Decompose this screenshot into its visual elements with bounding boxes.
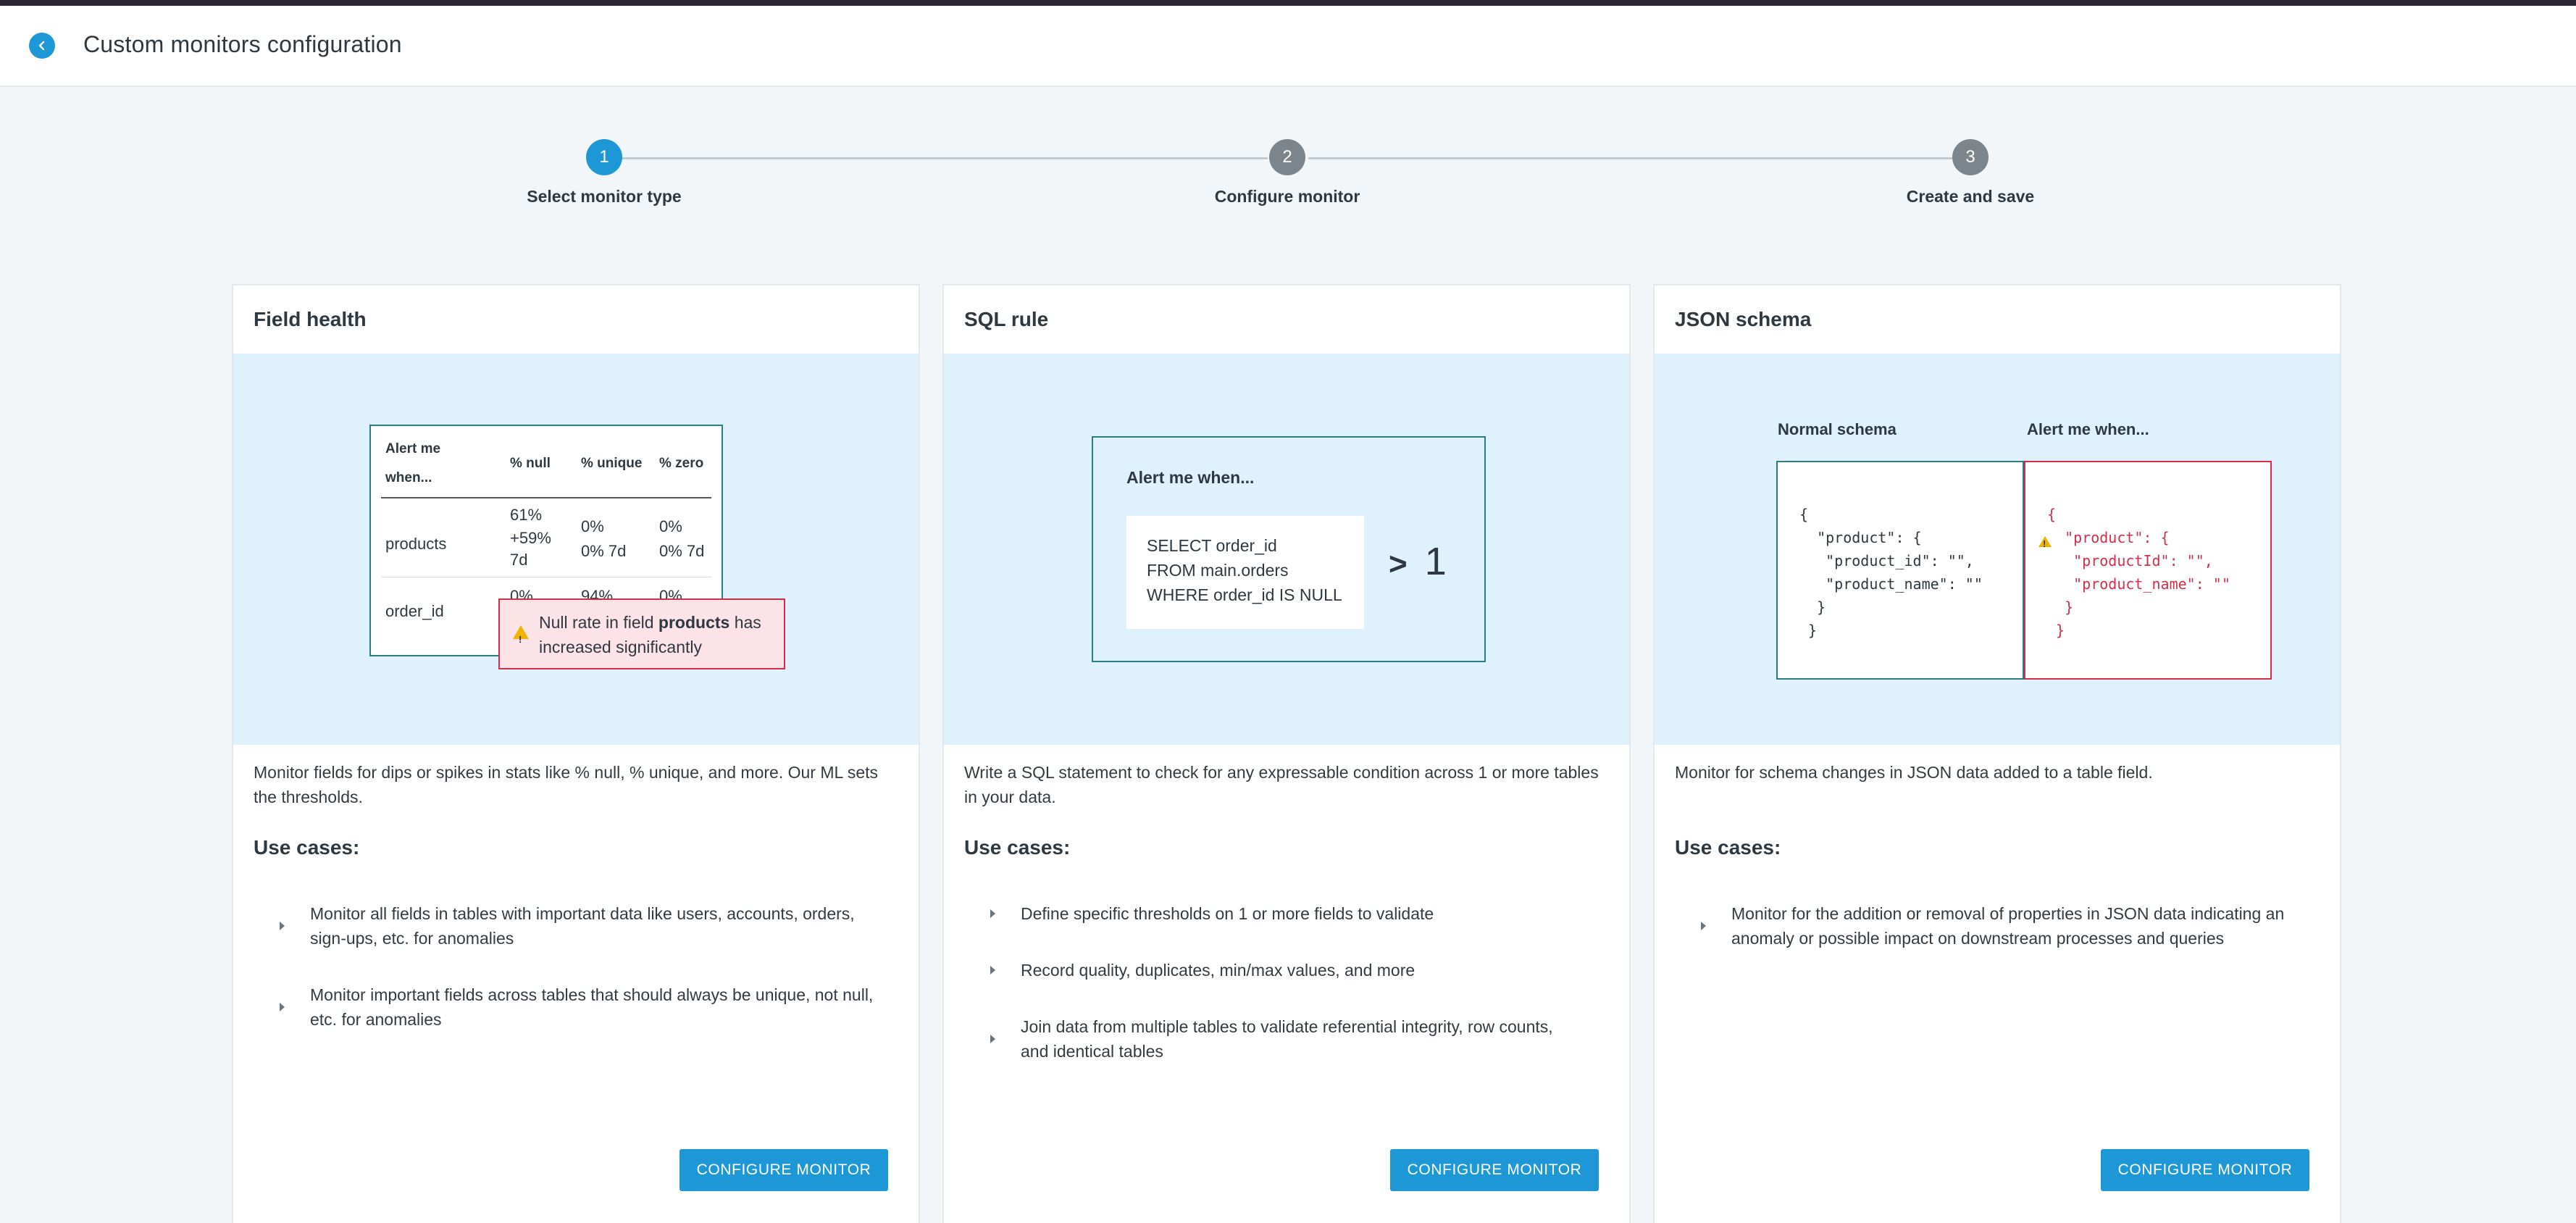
use-case-text: Monitor all fields in tables with import… [310, 904, 855, 948]
use-case-text: Monitor for the addition or removal of p… [1731, 904, 2285, 948]
null-period: 7d [510, 551, 528, 569]
warning-icon [513, 625, 529, 652]
stepper: 1 Select monitor type 2 Configure monito… [0, 138, 2576, 217]
use-case-text: Monitor important fields across tables t… [310, 985, 874, 1029]
use-case-text: Join data from multiple tables to valida… [1021, 1017, 1553, 1061]
table-header: Alert me when... [385, 441, 441, 485]
normal-schema-code: { "product": { "product_id": "", "produc… [1776, 461, 2024, 680]
step-1[interactable]: 1 Select monitor type [459, 138, 749, 206]
step-label: Configure monitor [1214, 187, 1360, 206]
field-name: order_id [385, 602, 444, 620]
step-number: 1 [586, 139, 622, 175]
unique-sub: 0% 7d [581, 542, 627, 560]
chevron-right-icon [1701, 922, 1706, 930]
use-case-list: Monitor all fields in tables with import… [280, 901, 874, 1064]
card-title: Field health [254, 308, 367, 330]
use-cases-title: Use cases: [1675, 836, 1781, 859]
use-case-item: Monitor for the addition or removal of p… [1701, 901, 2295, 951]
use-cases-title: Use cases: [964, 836, 1071, 859]
step-label: Create and save [1906, 187, 2035, 206]
configure-monitor-button[interactable]: CONFIGURE MONITOR [1390, 1149, 1599, 1191]
use-case-list: Define specific thresholds on 1 or more … [990, 901, 1584, 1095]
use-cases-title: Use cases: [254, 836, 360, 859]
threshold-expression: >1 [1389, 539, 1447, 584]
sql-line: FROM main.orders [1147, 561, 1289, 580]
card-description: Write a SQL statement to check for any e… [964, 763, 1599, 806]
alert-label: Alert me when... [1126, 468, 1255, 487]
card-title: JSON schema [1675, 308, 1812, 330]
configure-monitor-button[interactable]: CONFIGURE MONITOR [2101, 1149, 2309, 1191]
chevron-right-icon [280, 1003, 285, 1011]
sql-rule-box: Alert me when... SELECT order_id FROM ma… [1092, 436, 1486, 662]
table-header: % zero [659, 456, 704, 471]
use-case-item: Join data from multiple tables to valida… [990, 1014, 1584, 1064]
chevron-right-icon [990, 909, 995, 918]
normal-schema-label: Normal schema [1778, 420, 1897, 438]
warning-icon [2038, 536, 2052, 549]
use-case-item: Monitor all fields in tables with import… [280, 901, 874, 951]
alert-field: products [658, 613, 730, 632]
use-case-text: Define specific thresholds on 1 or more … [1021, 904, 1434, 923]
operator: > [1389, 546, 1408, 582]
use-case-text: Record quality, duplicates, min/max valu… [1021, 961, 1415, 980]
sql-rule-illustration: Alert me when... SELECT order_id FROM ma… [944, 354, 1629, 745]
card-description: Monitor fields for dips or spikes in sta… [254, 763, 879, 806]
field-name: products [385, 535, 447, 553]
page-header: Custom monitors configuration [0, 6, 2576, 87]
use-case-item: Record quality, duplicates, min/max valu… [990, 958, 1584, 982]
step-2[interactable]: 2 Configure monitor [1142, 138, 1432, 206]
card-json-schema[interactable]: JSON schema Normal schema Alert me when.… [1653, 284, 2341, 1223]
card-description: Monitor for schema changes in JSON data … [1675, 763, 2153, 782]
threshold-value: 1 [1424, 540, 1447, 583]
alert-label: Alert me when... [2027, 420, 2149, 438]
card-sql-rule[interactable]: SQL rule Alert me when... SELECT order_i… [942, 284, 1631, 1223]
step-number: 2 [1269, 139, 1305, 175]
step-label: Select monitor type [527, 187, 682, 206]
step-3[interactable]: 3 Create and save [1826, 138, 2115, 206]
unique-value: 0% [581, 517, 604, 535]
table-header: % null [510, 456, 551, 471]
top-accent-bar [0, 0, 2576, 6]
sql-line: SELECT order_id [1147, 536, 1277, 555]
use-case-list: Monitor for the addition or removal of p… [1701, 901, 2295, 982]
chevron-right-icon [990, 1035, 995, 1043]
configure-monitor-button[interactable]: CONFIGURE MONITOR [679, 1149, 888, 1191]
json-schema-illustration: Normal schema Alert me when... { "produc… [1655, 354, 2340, 745]
zero-value: 0% [659, 517, 682, 535]
back-button[interactable] [29, 33, 55, 59]
alert-tooltip: Null rate in field products has increase… [498, 598, 785, 669]
alert-schema-code: { "product": { "productId": "", "product… [2024, 461, 2272, 680]
use-case-item: Monitor important fields across tables t… [280, 982, 874, 1032]
chevron-left-icon [38, 41, 45, 51]
null-change: +59% [510, 529, 551, 547]
chevron-right-icon [280, 922, 285, 930]
table-header: % unique [581, 456, 643, 471]
sql-line: WHERE order_id IS NULL [1147, 585, 1342, 604]
zero-sub: 0% 7d [659, 542, 705, 560]
card-field-health[interactable]: Field health Alert me when... % null % u… [232, 284, 920, 1223]
null-value: 61% [510, 506, 543, 524]
alert-text: Null rate in field [539, 613, 658, 632]
divider [381, 497, 711, 498]
use-case-item: Define specific thresholds on 1 or more … [990, 901, 1584, 926]
card-title: SQL rule [964, 308, 1049, 330]
sql-code-block: SELECT order_id FROM main.orders WHERE o… [1126, 516, 1364, 629]
step-number: 3 [1952, 139, 1989, 175]
page-title: Custom monitors configuration [83, 31, 402, 57]
chevron-right-icon [990, 966, 995, 974]
field-health-illustration: Alert me when... % null % unique % zero … [233, 354, 919, 745]
